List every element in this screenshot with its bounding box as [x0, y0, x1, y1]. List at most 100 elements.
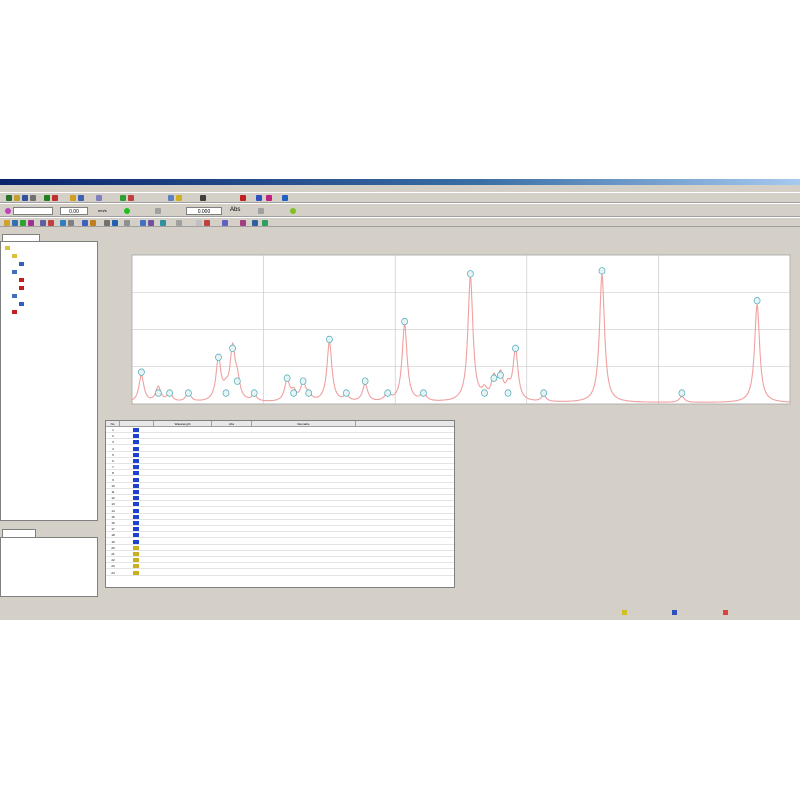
graph-tool-icon[interactable]: [240, 220, 246, 226]
graph-tool-icon[interactable]: [48, 220, 54, 226]
cursor-icon[interactable]: [168, 195, 174, 201]
graph-tool-icon[interactable]: [28, 220, 34, 226]
peak-marker[interactable]: [598, 267, 606, 275]
open-folder-icon[interactable]: [14, 195, 20, 201]
tree-item[interactable]: [12, 253, 19, 258]
folder-icon[interactable]: [70, 195, 76, 201]
graph-tool-icon[interactable]: [148, 220, 154, 226]
graph-tool-icon[interactable]: [262, 220, 268, 226]
peak-marker[interactable]: [384, 389, 392, 397]
table-row[interactable]: 11: [106, 489, 454, 495]
peak-table[interactable]: No Wavelength Abs Remarks 1 2 3 4 5 6 7 8 9 10 11 1…: [105, 420, 455, 588]
graph-tool-icon[interactable]: [196, 220, 202, 226]
tree-item[interactable]: [19, 301, 26, 306]
peak-pick-icon[interactable]: [120, 195, 126, 201]
peak-marker[interactable]: [497, 371, 504, 379]
peak-marker[interactable]: [512, 344, 519, 352]
tool-icon[interactable]: [176, 195, 182, 201]
tree-item[interactable]: [19, 277, 26, 282]
tab-properties[interactable]: [2, 529, 36, 537]
peak-marker[interactable]: [185, 389, 192, 397]
peak-marker[interactable]: [504, 389, 512, 397]
graph-tool-icon[interactable]: [252, 220, 258, 226]
graph-tool-icon[interactable]: [82, 220, 88, 226]
new-file-icon[interactable]: [6, 195, 12, 201]
graph-tool-icon[interactable]: [40, 220, 46, 226]
table-row[interactable]: 20: [106, 545, 454, 551]
table-row[interactable]: 15: [106, 514, 454, 520]
graph-tool-icon[interactable]: [204, 220, 210, 226]
tab-data-tree[interactable]: [2, 234, 40, 241]
peak-marker[interactable]: [420, 389, 427, 397]
peak-marker[interactable]: [138, 368, 145, 376]
marker-icon[interactable]: [266, 195, 272, 201]
graph-tool-icon[interactable]: [104, 220, 110, 226]
peak-marker[interactable]: [467, 270, 474, 278]
peak-marker[interactable]: [753, 297, 761, 305]
tree-item[interactable]: [12, 309, 19, 314]
start-icon[interactable]: [44, 195, 50, 201]
table-row[interactable]: 14: [106, 508, 454, 514]
peak-marker[interactable]: [250, 389, 258, 397]
peak-marker[interactable]: [490, 374, 498, 382]
table-row[interactable]: 3: [106, 439, 454, 446]
table-row[interactable]: 24: [106, 570, 454, 576]
peak-marker[interactable]: [299, 377, 307, 385]
peak-marker[interactable]: [229, 344, 236, 352]
table-row[interactable]: 6: [106, 458, 454, 464]
save-icon[interactable]: [22, 195, 28, 201]
table-row[interactable]: 1: [106, 427, 454, 433]
peak-marker[interactable]: [326, 335, 333, 344]
peak-marker[interactable]: [233, 377, 241, 385]
pointer-icon[interactable]: [200, 195, 206, 201]
graph-tool-icon[interactable]: [90, 220, 96, 226]
graph-tool-icon[interactable]: [60, 220, 66, 226]
settings-icon[interactable]: [258, 208, 264, 214]
tree-item[interactable]: [19, 261, 26, 266]
peak-marker[interactable]: [290, 389, 298, 397]
help-icon[interactable]: [282, 195, 288, 201]
properties-icon[interactable]: [78, 195, 84, 201]
chart-icon[interactable]: [256, 195, 262, 201]
graph-tool-icon[interactable]: [124, 220, 130, 226]
print-icon[interactable]: [30, 195, 36, 201]
peak-marker[interactable]: [283, 374, 291, 382]
peak-marker[interactable]: [342, 389, 350, 397]
graph-tool-icon[interactable]: [112, 220, 118, 226]
graph-tool-icon[interactable]: [68, 220, 74, 226]
baseline-icon[interactable]: [290, 208, 296, 214]
peak-marker[interactable]: [361, 377, 369, 385]
table-row[interactable]: 22: [106, 557, 454, 564]
table-row[interactable]: 8: [106, 470, 454, 477]
peak-marker[interactable]: [166, 389, 173, 397]
stop-icon[interactable]: [52, 195, 58, 201]
table-row[interactable]: 9: [106, 477, 454, 483]
instrument-icon[interactable]: [5, 208, 11, 214]
table-row[interactable]: 13: [106, 501, 454, 508]
tree-item[interactable]: [12, 269, 19, 274]
peak-marker[interactable]: [540, 389, 548, 397]
graph-tool-icon[interactable]: [4, 220, 10, 226]
record-icon[interactable]: [240, 195, 246, 201]
peak-marker[interactable]: [481, 389, 488, 397]
table-row[interactable]: 17: [106, 526, 454, 533]
peak-marker[interactable]: [678, 389, 686, 397]
graph-tool-icon[interactable]: [222, 220, 228, 226]
spectrum-graph[interactable]: [100, 241, 800, 416]
graph-tool-icon[interactable]: [20, 220, 26, 226]
graph-tool-icon[interactable]: [176, 220, 182, 226]
table-row[interactable]: 12: [106, 495, 454, 502]
table-row[interactable]: 4: [106, 446, 454, 452]
instrument-select[interactable]: [13, 207, 53, 215]
peak-marker[interactable]: [401, 317, 408, 326]
table-row[interactable]: 19: [106, 539, 454, 545]
delete-icon[interactable]: [128, 195, 134, 201]
table-row[interactable]: 18: [106, 532, 454, 539]
tree-item[interactable]: [12, 293, 19, 298]
table-row[interactable]: 21: [106, 551, 454, 557]
peak-marker[interactable]: [154, 389, 162, 397]
zoom-icon[interactable]: [96, 195, 102, 201]
tree-item[interactable]: [19, 285, 26, 290]
table-row[interactable]: 7: [106, 464, 454, 471]
table-row[interactable]: 10: [106, 483, 454, 489]
